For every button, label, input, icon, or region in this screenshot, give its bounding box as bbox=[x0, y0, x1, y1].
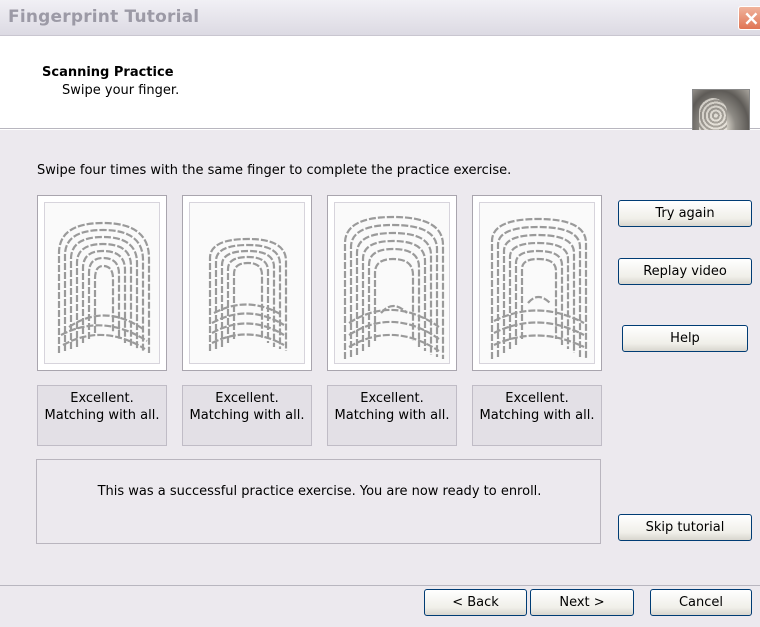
fingerprint-icon bbox=[334, 202, 450, 364]
scan-status-line2: Matching with all. bbox=[479, 408, 595, 423]
fingerprint-panel-4 bbox=[472, 195, 602, 371]
next-button[interactable]: Next > bbox=[530, 589, 634, 616]
scan-status-2: Excellent. Matching with all. bbox=[182, 385, 312, 446]
fingerprint-1 bbox=[57, 221, 151, 353]
fingerprint-panel-3 bbox=[327, 195, 457, 371]
scan-status-line1: Excellent. bbox=[360, 391, 424, 406]
title-bar: Fingerprint Tutorial × bbox=[0, 0, 760, 36]
try-again-button[interactable]: Try again bbox=[618, 200, 752, 227]
fingerprint-2 bbox=[208, 237, 288, 351]
wizard-content: Swipe four times with the same finger to… bbox=[0, 130, 760, 585]
wizard-footer: < Back Next > Cancel bbox=[0, 585, 760, 627]
fingerprint-icon bbox=[189, 202, 305, 364]
close-button[interactable]: × bbox=[738, 6, 760, 30]
scan-status-1: Excellent. Matching with all. bbox=[37, 385, 167, 446]
scan-status-line2: Matching with all. bbox=[334, 408, 450, 423]
scan-status-line1: Excellent. bbox=[70, 391, 134, 406]
fingerprint-4 bbox=[490, 217, 588, 359]
close-icon: × bbox=[743, 6, 760, 30]
instruction-text: Swipe four times with the same finger to… bbox=[37, 163, 512, 178]
scan-status-line2: Matching with all. bbox=[44, 408, 160, 423]
cancel-button[interactable]: Cancel bbox=[650, 589, 752, 616]
fingerprint-icon bbox=[479, 202, 595, 364]
scan-status-line1: Excellent. bbox=[505, 391, 569, 406]
scan-status-3: Excellent. Matching with all. bbox=[327, 385, 457, 446]
fingerprint-3 bbox=[343, 215, 445, 359]
fingerprint-panel-1 bbox=[37, 195, 167, 371]
skip-tutorial-button[interactable]: Skip tutorial bbox=[618, 514, 752, 541]
header-title: Scanning Practice bbox=[42, 65, 174, 80]
scan-status-line2: Matching with all. bbox=[189, 408, 305, 423]
replay-video-button[interactable]: Replay video bbox=[618, 258, 752, 285]
fingerprint-panel-2 bbox=[182, 195, 312, 371]
wizard-header: Scanning Practice Swipe your finger. bbox=[0, 37, 760, 159]
result-message-box: This was a successful practice exercise.… bbox=[36, 459, 601, 544]
scan-status-4: Excellent. Matching with all. bbox=[472, 385, 602, 446]
back-button[interactable]: < Back bbox=[424, 589, 527, 616]
scan-status-line1: Excellent. bbox=[215, 391, 279, 406]
window-title: Fingerprint Tutorial bbox=[8, 7, 200, 27]
help-button[interactable]: Help bbox=[622, 325, 748, 352]
fingerprint-icon bbox=[44, 202, 160, 364]
result-message: This was a successful practice exercise.… bbox=[97, 484, 542, 499]
header-subtitle: Swipe your finger. bbox=[62, 83, 180, 98]
